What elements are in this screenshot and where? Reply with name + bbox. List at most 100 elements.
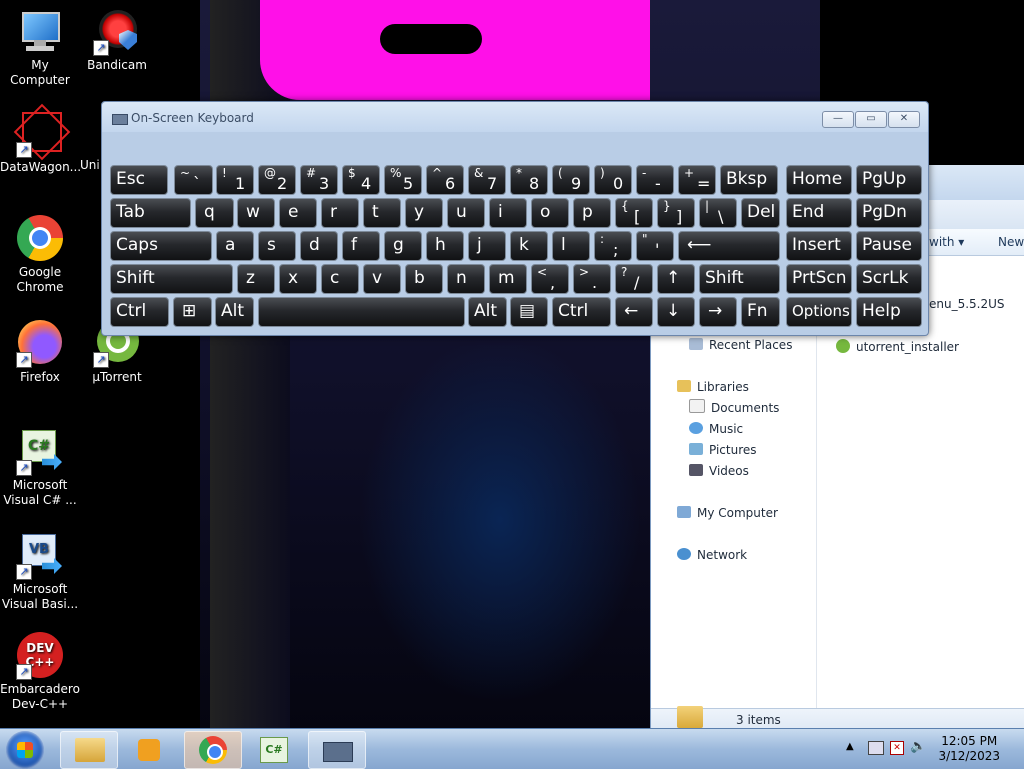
key-shift[interactable]: Shift [110,264,233,294]
nav-item-pictures[interactable]: Pictures [689,441,757,459]
taskbar-osk-button[interactable] [308,731,366,769]
key-del[interactable]: Del [741,198,780,228]
key-quote[interactable]: " ' [636,231,674,261]
key-caps[interactable]: Caps [110,231,212,261]
key-d[interactable]: d [300,231,338,261]
key-l[interactable]: l [552,231,590,261]
key-semicolon[interactable]: :; [594,231,632,261]
key-insert[interactable]: Insert [786,231,852,261]
key-v[interactable]: v [363,264,401,294]
key-2[interactable]: @2 [258,165,296,195]
key-x[interactable]: x [279,264,317,294]
key-f[interactable]: f [342,231,380,261]
file-item[interactable]: enu_5.5.2US [929,297,1005,311]
key-q[interactable]: q [195,198,234,228]
key-home[interactable]: Home [786,165,852,195]
nav-item-videos[interactable]: Videos [689,462,749,480]
desktop-icon-bandicam[interactable]: ↗ Bandicam [77,8,157,73]
key-pause[interactable]: Pause [856,231,922,261]
nav-item-documents[interactable]: Documents [689,399,779,417]
key-0[interactable]: ) 0 [594,165,632,195]
desktop-icon-visual-basic[interactable]: VB ↗ Microsoft Visual Basi... [0,532,80,612]
key-n[interactable]: n [447,264,485,294]
nav-item-my-computer[interactable]: My Computer [677,504,778,522]
on-screen-keyboard-window[interactable]: On-Screen Keyboard — ▭ ✕ Esc ~ `! 1 @2 #3 $4% 5… [101,101,929,336]
key-w[interactable]: w [237,198,275,228]
key-comma[interactable]: <, [531,264,569,294]
open-with-button[interactable]: with ▾ [929,235,964,249]
key-close-bracket[interactable]: }] [657,198,695,228]
key-backtick[interactable]: ~ ` [174,165,213,195]
key-y[interactable]: y [405,198,443,228]
key-shift[interactable]: Shift [699,264,780,294]
nav-item-network[interactable]: Network [677,546,747,564]
key-c[interactable]: c [321,264,359,294]
nav-item-music[interactable]: Music [689,420,743,438]
key-t[interactable]: t [363,198,401,228]
key-j[interactable]: j [468,231,506,261]
key-e[interactable]: e [279,198,317,228]
key-fn[interactable]: Fn [741,297,780,327]
key-z[interactable]: z [237,264,275,294]
key-6[interactable]: ^ 6 [426,165,464,195]
key-slash[interactable]: ? / [615,264,653,294]
key-minus[interactable]: -- [636,165,674,195]
key-pgdn[interactable]: PgDn [856,198,922,228]
arrow-right-key[interactable]: → [699,297,737,327]
nav-item-recent-places[interactable]: Recent Places [689,336,792,354]
key-r[interactable]: r [321,198,359,228]
key-k[interactable]: k [510,231,548,261]
key-8[interactable]: * 8 [510,165,548,195]
key-9[interactable]: (9 [552,165,590,195]
key-tab[interactable]: Tab [110,198,191,228]
key-5[interactable]: % 5 [384,165,422,195]
key-esc[interactable]: Esc [110,165,168,195]
enter-key[interactable]: ⟵ [678,231,780,261]
desktop-icon-uni[interactable]: Uni [72,110,102,173]
key-alt[interactable]: Alt [468,297,507,327]
windows-key[interactable]: ⊞ [173,297,212,327]
key-7[interactable]: & 7 [468,165,506,195]
desktop-icon-my-computer[interactable]: My Computer [0,8,80,88]
start-button[interactable] [6,731,44,769]
desktop-icon-google-chrome[interactable]: Google Chrome [0,215,80,295]
nav-item-libraries[interactable]: Libraries [677,378,749,396]
key-p[interactable]: p [573,198,611,228]
key-a[interactable]: a [216,231,254,261]
key-ctrl[interactable]: Ctrl [110,297,169,327]
taskbar-csharp-button[interactable]: C# [246,731,302,767]
key-4[interactable]: $4 [342,165,380,195]
key-o[interactable]: o [531,198,569,228]
file-item-utorrent-installer[interactable]: utorrent_installer [836,339,959,354]
taskbar-media-button[interactable] [122,731,178,767]
space-key[interactable] [258,297,465,327]
key-alt[interactable]: Alt [215,297,254,327]
show-hidden-icons-icon[interactable]: ▲ [846,741,854,752]
key-s[interactable]: s [258,231,296,261]
key-scrlk[interactable]: ScrLk [856,264,922,294]
desktop-icon-visual-csharp[interactable]: C# ↗ Microsoft Visual C# ... [0,428,80,508]
new-folder-button[interactable]: New [998,235,1024,249]
network-tray-icon[interactable] [868,741,884,755]
key-h[interactable]: h [426,231,464,261]
key-i[interactable]: i [489,198,527,228]
desktop-icon-dev-cpp[interactable]: DEV C++ ↗ Embarcadero Dev-C++ [0,632,80,712]
taskbar-chrome-button[interactable] [184,731,242,769]
key-u[interactable]: u [447,198,485,228]
clock[interactable]: 12:05 PM 3/12/2023 [938,734,1000,764]
key-equals[interactable]: + = [678,165,716,195]
action-center-icon[interactable]: ✕ [890,741,904,755]
key-m[interactable]: m [489,264,527,294]
desktop-icon-datawagon[interactable]: ↗ DataWagon... [0,103,81,175]
volume-icon[interactable]: 🔈 [910,739,926,754]
key-help[interactable]: Help [856,297,922,327]
arrow-left-key[interactable]: ← [615,297,653,327]
key-g[interactable]: g [384,231,422,261]
key-ctrl[interactable]: Ctrl [552,297,611,327]
menu-key[interactable]: ▤ [510,297,548,327]
key-period[interactable]: >. [573,264,611,294]
key-b[interactable]: b [405,264,443,294]
desktop-icon-firefox[interactable]: ↗ Firefox [0,320,80,385]
key-1[interactable]: ! 1 [216,165,254,195]
key-prtscn[interactable]: PrtScn [786,264,852,294]
